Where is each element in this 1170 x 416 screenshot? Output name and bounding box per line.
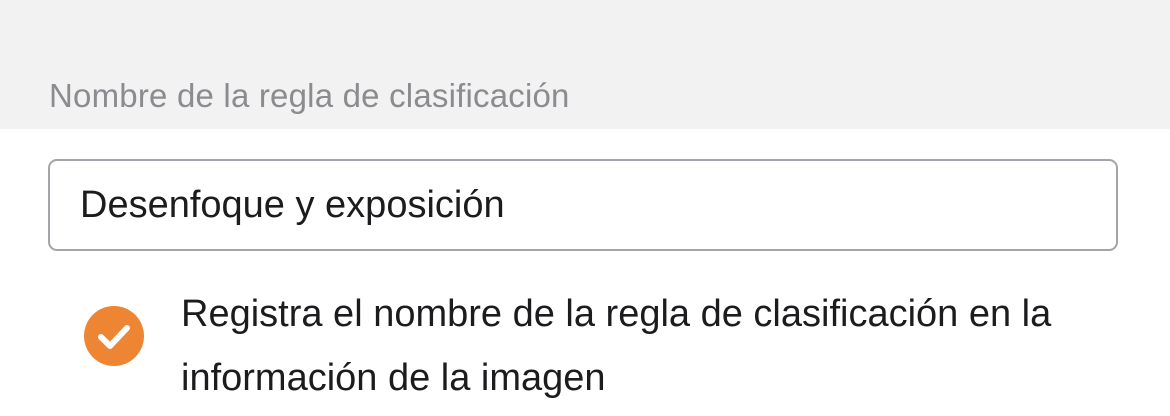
rule-name-input[interactable]: [48, 159, 1118, 251]
rule-name-settings: Nombre de la regla de clasificación Regi…: [0, 0, 1170, 416]
checkmark-circle-icon[interactable]: [84, 306, 144, 366]
section-title: Nombre de la regla de clasificación: [49, 77, 570, 114]
section-header: Nombre de la regla de clasificación: [0, 0, 1170, 129]
record-rule-name-option[interactable]: Registra el nombre de la regla de clasif…: [0, 276, 1170, 406]
record-rule-name-label: Registra el nombre de la regla de clasif…: [181, 293, 1052, 399]
